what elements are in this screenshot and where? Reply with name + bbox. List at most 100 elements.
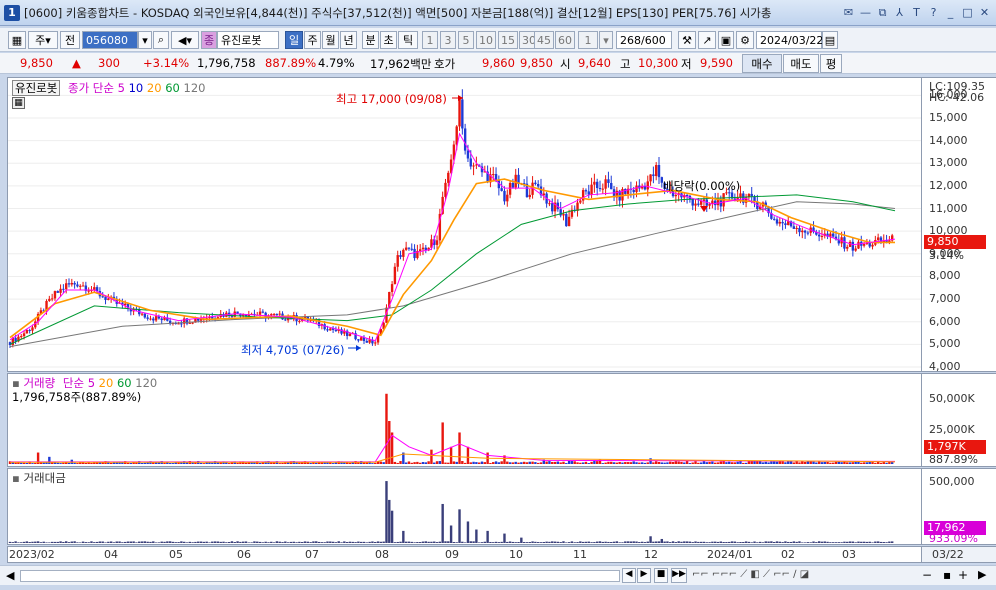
scroll-track[interactable] xyxy=(20,570,620,582)
play-icon[interactable]: ▶ xyxy=(637,568,651,583)
volume-bar xyxy=(438,461,442,464)
scroll-next-icon[interactable]: ▶▶ xyxy=(671,568,687,583)
interval-1-button[interactable]: 1 xyxy=(422,31,438,49)
interval-15-button[interactable]: 15 xyxy=(498,31,518,49)
period-minute-button[interactable]: 분 xyxy=(362,31,379,49)
candle-body xyxy=(188,322,192,324)
interval-60-button[interactable]: 60 xyxy=(555,31,575,49)
message-icon[interactable]: ✉ xyxy=(841,5,856,21)
main-dropdown[interactable]: 주 ▾ xyxy=(28,31,58,49)
buy-button[interactable]: 매수 xyxy=(742,54,782,73)
dash-icon[interactable]: — xyxy=(858,5,873,21)
price-chart-panel[interactable]: 유진로봇 종가 단순 5 10 20 60 120 ▦ 최고 17,000 (0… xyxy=(7,77,922,372)
tools-icon[interactable]: ⚒ xyxy=(678,31,696,49)
volume-bar xyxy=(576,462,579,464)
candle-body xyxy=(275,314,279,316)
calendar-icon[interactable]: ▤ xyxy=(822,31,838,49)
interval-5-button[interactable]: 5 xyxy=(458,31,474,49)
amount-bar xyxy=(67,542,71,543)
settings-square-icon[interactable]: ▦ xyxy=(8,31,26,49)
price-tick-3: 13,000 xyxy=(929,156,968,170)
count-field[interactable]: 268/600 xyxy=(616,31,672,49)
date-field[interactable]: 2024/03/22 xyxy=(756,31,823,49)
period-week-button[interactable]: 주 xyxy=(304,31,321,49)
scroll-left-icon[interactable]: ◀ xyxy=(6,569,14,582)
zoom-in-icon[interactable]: + xyxy=(958,568,968,582)
period-second-button[interactable]: 초 xyxy=(380,31,397,49)
interval-45-button[interactable]: 45 xyxy=(534,31,554,49)
scroll-right-icon[interactable]: ▶ xyxy=(978,568,986,581)
amount-bar xyxy=(359,541,363,543)
volume-bar xyxy=(725,462,728,464)
volume-bar xyxy=(539,462,543,464)
volume-bar xyxy=(803,461,807,464)
volume-bar xyxy=(787,461,790,464)
help-icon[interactable]: ? xyxy=(926,5,941,21)
current-rate-tag: 3.14% xyxy=(929,249,964,262)
period-day-button[interactable]: 일 xyxy=(285,31,303,49)
save-icon[interactable]: ▣ xyxy=(718,31,734,49)
candle-body xyxy=(708,204,711,206)
zoom-fit-icon[interactable]: ▪ xyxy=(943,568,951,582)
volume-bar xyxy=(475,462,478,464)
amount-bar xyxy=(368,541,371,543)
speaker-icon[interactable]: ◀▾ xyxy=(171,31,199,49)
price-chart-svg[interactable] xyxy=(8,78,921,371)
volume-bar xyxy=(399,461,402,464)
period-label[interactable]: 전 xyxy=(60,31,80,49)
amount-axis: 500,000 17,962 933.09% xyxy=(922,468,996,545)
search-icon[interactable]: ⌕ xyxy=(153,31,169,49)
volume-bar xyxy=(722,461,725,464)
amount-bar xyxy=(784,541,787,543)
stock-name-field[interactable]: 유진로봇 xyxy=(217,31,279,49)
maximize-button[interactable]: □ xyxy=(960,5,975,21)
close-button[interactable]: ✕ xyxy=(977,5,992,21)
pin-icon[interactable]: ⅄ xyxy=(892,5,907,21)
amount-bar xyxy=(306,541,310,543)
amount-chart-panel[interactable]: ▪ 거래대금 xyxy=(7,468,922,545)
volume-bar xyxy=(551,461,554,464)
interval-3-button[interactable]: 3 xyxy=(440,31,456,49)
period-year-button[interactable]: 년 xyxy=(340,31,357,49)
volume-bar xyxy=(418,462,422,464)
amount-bar xyxy=(506,541,509,543)
gear-icon[interactable]: ⚙ xyxy=(736,31,754,49)
link-window-icon[interactable]: ⧉ xyxy=(875,5,890,21)
interval-value-field[interactable]: 1 xyxy=(578,31,598,49)
sell-button[interactable]: 매도 xyxy=(783,54,819,73)
amount-bar xyxy=(817,541,821,543)
x-label-0: 2023/02 xyxy=(9,548,55,561)
amount-bar xyxy=(289,541,293,543)
line-tool-icon[interactable]: ↗ xyxy=(698,31,716,49)
low-label: 저 xyxy=(681,57,692,71)
scroll-prev-icon[interactable]: ◀ xyxy=(622,568,636,583)
amount-bar xyxy=(354,542,357,543)
scroll-bar[interactable]: ◀ ◀ ▶ ■ ▶▶ ⌐⌐ ⌐⌐⌐ ⟋ ◧ ⟋ ⌐⌐ ∕ ◪ − ▪ + ▶ xyxy=(0,565,996,585)
amount-bar xyxy=(573,542,576,543)
volume-bar xyxy=(646,462,649,464)
volume-bar xyxy=(492,462,495,464)
amount-chart-svg[interactable] xyxy=(8,469,921,544)
drawing-tools-strip[interactable]: ⌐⌐ ⌐⌐⌐ ⟋ ◧ ⟋ ⌐⌐ ∕ ◪ xyxy=(692,569,809,580)
stock-code-input[interactable]: 056080 xyxy=(82,31,138,49)
zoom-out-icon[interactable]: − xyxy=(922,568,932,582)
eval-button[interactable]: 평 xyxy=(820,54,842,73)
amount-bar xyxy=(584,541,588,543)
font-icon[interactable]: T xyxy=(909,5,924,21)
period-tick-button[interactable]: 틱 xyxy=(398,31,418,49)
minimize-button[interactable]: _ xyxy=(943,5,958,21)
code-dropdown-icon[interactable]: ▾ xyxy=(138,31,152,49)
period-month-button[interactable]: 월 xyxy=(322,31,339,49)
stop-icon[interactable]: ■ xyxy=(654,568,668,583)
volume-chart-panel[interactable]: ▪ 거래량 단순 5 20 60 120 1,796,758주(887.89%) xyxy=(7,373,922,467)
interval-dropdown-icon[interactable]: ▾ xyxy=(599,31,613,49)
amount-bar xyxy=(396,541,399,543)
amount-bar xyxy=(798,541,801,543)
amount-bar xyxy=(222,541,225,543)
amount-title: 거래대금 xyxy=(23,471,66,485)
interval-10-button[interactable]: 10 xyxy=(476,31,496,49)
candle-body xyxy=(402,249,405,257)
grid-icon[interactable]: ▦ xyxy=(12,97,25,109)
volume-bar xyxy=(309,462,312,464)
amount-bar xyxy=(879,541,883,543)
